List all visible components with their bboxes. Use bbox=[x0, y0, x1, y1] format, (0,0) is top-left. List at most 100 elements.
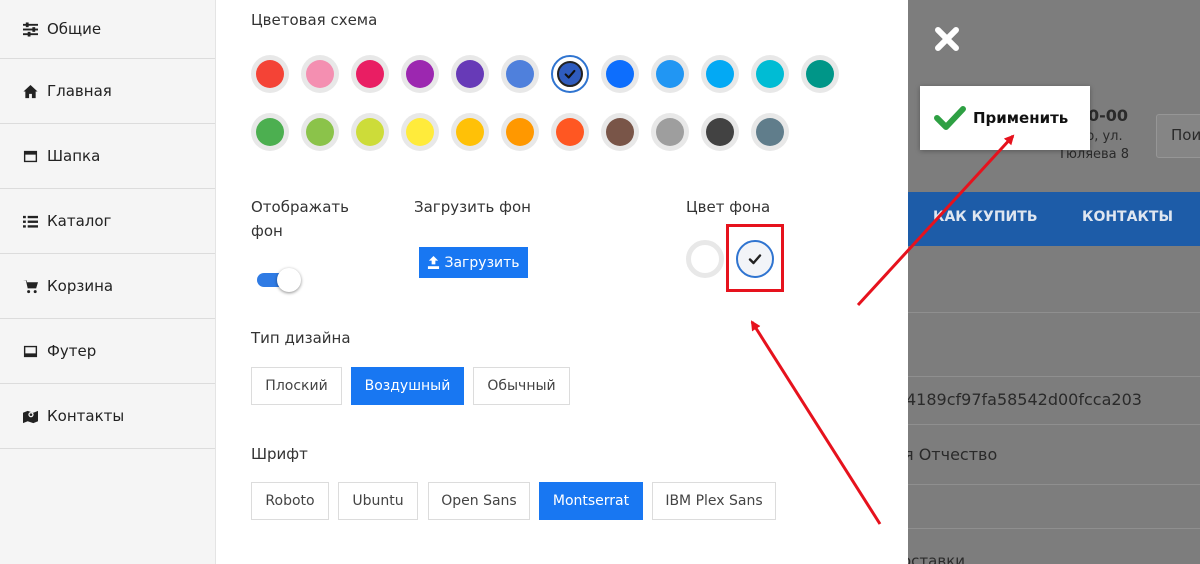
sidebar-item-label: Корзина bbox=[47, 277, 114, 295]
color-dot bbox=[306, 60, 334, 88]
color-dot bbox=[656, 60, 684, 88]
divider bbox=[908, 312, 1200, 313]
color-dot bbox=[706, 118, 734, 146]
upload-button-label: Загрузить bbox=[444, 254, 520, 271]
color-dot bbox=[506, 60, 534, 88]
upload-bg-label: Загрузить фон bbox=[414, 198, 531, 216]
sidebar-item-label: Главная bbox=[47, 82, 112, 100]
color-swatch[interactable] bbox=[251, 55, 289, 93]
close-icon[interactable] bbox=[934, 26, 960, 52]
hash-text: 4189cf97fa58542d00fcca203 bbox=[908, 390, 1142, 409]
color-dot bbox=[557, 61, 583, 87]
design-type-normal[interactable]: Обычный bbox=[473, 367, 570, 405]
search-input[interactable]: Пои bbox=[1156, 114, 1200, 158]
color-swatch[interactable] bbox=[551, 113, 589, 151]
bg-color-white[interactable] bbox=[686, 240, 724, 278]
color-dot bbox=[656, 118, 684, 146]
sidebar-item-label: Футер bbox=[47, 342, 97, 360]
color-swatch[interactable] bbox=[701, 55, 739, 93]
font-montserrat[interactable]: Montserrat bbox=[539, 482, 643, 520]
sidebar-item-home[interactable]: Главная bbox=[0, 59, 215, 124]
color-swatch[interactable] bbox=[501, 113, 539, 151]
font-ubuntu[interactable]: Ubuntu bbox=[338, 482, 418, 520]
sidebar-item-general[interactable]: Общие bbox=[0, 0, 215, 59]
apply-button-label: Применить bbox=[973, 109, 1069, 127]
list-icon bbox=[19, 214, 41, 229]
home-icon bbox=[19, 84, 41, 99]
font-roboto[interactable]: Roboto bbox=[251, 482, 329, 520]
sidebar-item-contacts[interactable]: Контакты bbox=[0, 384, 215, 449]
color-swatch[interactable] bbox=[251, 113, 289, 151]
window-icon bbox=[19, 149, 41, 164]
color-dot bbox=[406, 60, 434, 88]
color-scheme-label: Цветовая схема bbox=[251, 11, 378, 29]
font-label: Шрифт bbox=[251, 445, 308, 463]
upload-button[interactable]: Загрузить bbox=[419, 247, 528, 278]
color-dot bbox=[506, 118, 534, 146]
color-swatch[interactable] bbox=[651, 55, 689, 93]
nav-item-how-to-buy[interactable]: КАК КУПИТЬ bbox=[933, 209, 1038, 225]
color-swatch[interactable] bbox=[651, 113, 689, 151]
color-swatch[interactable] bbox=[351, 113, 389, 151]
color-swatch[interactable] bbox=[751, 113, 789, 151]
sidebar-item-footer[interactable]: Футер bbox=[0, 319, 215, 384]
color-dot bbox=[456, 118, 484, 146]
color-swatch[interactable] bbox=[401, 113, 439, 151]
sidebar-item-label: Шапка bbox=[47, 147, 101, 165]
annotation-highlight-box bbox=[726, 224, 784, 292]
color-swatch[interactable] bbox=[751, 55, 789, 93]
color-dot bbox=[406, 118, 434, 146]
upload-icon bbox=[428, 256, 440, 269]
show-bg-label: Отображать фон bbox=[251, 198, 349, 240]
color-dot bbox=[256, 118, 284, 146]
font-open-sans[interactable]: Open Sans bbox=[428, 482, 530, 520]
color-swatch[interactable] bbox=[401, 55, 439, 93]
phone-text: 0-00 bbox=[1088, 106, 1129, 125]
bg-color-label: Цвет фона bbox=[686, 198, 771, 216]
font-ibm-plex-sans[interactable]: IBM Plex Sans bbox=[652, 482, 776, 520]
color-swatch[interactable] bbox=[451, 55, 489, 93]
sliders-icon bbox=[19, 21, 41, 37]
show-bg-toggle[interactable] bbox=[257, 267, 301, 293]
color-swatch[interactable] bbox=[601, 113, 639, 151]
name-field-text: я Отчество bbox=[908, 445, 998, 464]
delivery-text: оставки bbox=[908, 552, 966, 564]
color-dot bbox=[256, 60, 284, 88]
color-swatch[interactable] bbox=[351, 55, 389, 93]
color-swatch[interactable] bbox=[301, 55, 339, 93]
cart-icon bbox=[19, 279, 41, 294]
window-icon bbox=[19, 344, 41, 359]
color-dot bbox=[356, 60, 384, 88]
settings-sidebar: Общие Главная Шапка Каталог Корзина Футе… bbox=[0, 0, 216, 564]
sidebar-item-label: Каталог bbox=[47, 212, 112, 230]
color-dot bbox=[356, 118, 384, 146]
divider bbox=[908, 528, 1200, 529]
color-dot bbox=[556, 118, 584, 146]
color-swatch[interactable] bbox=[801, 55, 839, 93]
color-swatch[interactable] bbox=[551, 55, 589, 93]
color-dot bbox=[306, 118, 334, 146]
nav-item-contacts[interactable]: КОНТАКТЫ bbox=[1082, 209, 1173, 225]
color-swatch[interactable] bbox=[501, 55, 539, 93]
color-swatch[interactable] bbox=[701, 113, 739, 151]
sidebar-item-header[interactable]: Шапка bbox=[0, 124, 215, 189]
color-dot bbox=[456, 60, 484, 88]
settings-panel: Цветовая схема Отображать фон Загрузить … bbox=[216, 0, 908, 564]
design-type-flat[interactable]: Плоский bbox=[251, 367, 342, 405]
color-dot bbox=[806, 60, 834, 88]
design-type-airy[interactable]: Воздушный bbox=[351, 367, 464, 405]
toggle-knob bbox=[277, 268, 301, 292]
checkmark-icon bbox=[934, 106, 966, 130]
sidebar-item-cart[interactable]: Корзина bbox=[0, 254, 215, 319]
sidebar-item-label: Общие bbox=[47, 20, 102, 38]
color-swatch[interactable] bbox=[301, 113, 339, 151]
color-swatch[interactable] bbox=[601, 55, 639, 93]
sidebar-item-label: Контакты bbox=[47, 407, 125, 425]
site-nav-bar: КАК КУПИТЬ КОНТАКТЫ bbox=[908, 192, 1200, 246]
sidebar-item-catalog[interactable]: Каталог bbox=[0, 189, 215, 254]
map-icon bbox=[19, 409, 41, 424]
color-dot bbox=[606, 60, 634, 88]
apply-button[interactable]: Применить bbox=[920, 86, 1090, 150]
color-dot bbox=[756, 118, 784, 146]
color-swatch[interactable] bbox=[451, 113, 489, 151]
